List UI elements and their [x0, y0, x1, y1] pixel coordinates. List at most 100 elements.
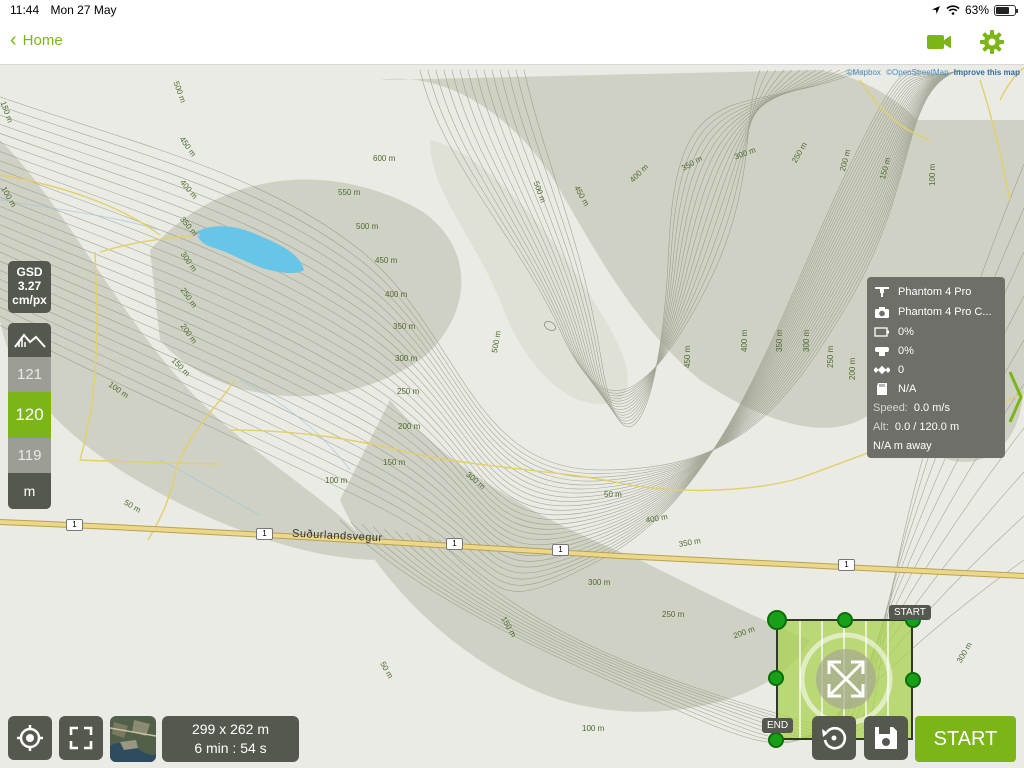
area-dimensions: 299 x 262 m: [191, 721, 270, 737]
contour-label: 400 m: [740, 329, 749, 352]
altitude-unit: m: [23, 483, 36, 499]
contour-label: 250 m: [662, 610, 685, 619]
satellite-icon: [873, 363, 891, 377]
contour-label: 300 m: [802, 329, 811, 352]
road-shield: 1: [66, 519, 83, 531]
drone-battery-value: 0%: [898, 325, 914, 338]
remote-controller-icon: [873, 344, 891, 358]
save-button[interactable]: [864, 716, 908, 760]
contour-label: 450 m: [375, 256, 398, 265]
improve-map-link[interactable]: Improve this map: [954, 68, 1020, 77]
move-arrows-icon: [827, 660, 865, 698]
road-shield: 1: [838, 559, 855, 571]
contour-label: 150 m: [383, 458, 406, 467]
wifi-icon: [946, 5, 960, 15]
map-attribution: ©Mapbox ©OpenStreetMap Improve this map: [844, 68, 1020, 77]
drone-info-panel: Phantom 4 Pro Phantom 4 Pro C... 0% 0% 0…: [867, 277, 1005, 458]
road-shield: 1: [446, 538, 463, 550]
distance-value: N/A m away: [873, 439, 932, 452]
storage-value: N/A: [898, 382, 917, 395]
contour-label: 250 m: [397, 387, 420, 396]
speed-row: Speed: 0.0 m/s: [873, 398, 999, 417]
alt-label: Alt:: [873, 420, 889, 433]
fit-area-button[interactable]: [59, 716, 103, 760]
speed-value: 0.0 m/s: [913, 401, 950, 414]
battery-icon: [994, 4, 1018, 16]
altitude-option-above[interactable]: 121: [8, 357, 51, 392]
road-shield: 1: [552, 544, 569, 556]
video-camera-button[interactable]: [926, 32, 952, 57]
drone-battery-icon: [873, 325, 891, 339]
drone-row: Phantom 4 Pro: [873, 282, 999, 302]
end-tag: END: [762, 718, 794, 733]
contour-label: 450 m: [683, 345, 692, 368]
contour-label: 200 m: [398, 422, 421, 431]
edge-handle[interactable]: [837, 612, 853, 628]
alt-value: 0.0 / 120.0 m: [894, 420, 960, 433]
camera-icon: [873, 305, 891, 319]
contour-label: 50 m: [604, 490, 622, 499]
contour-label: 100 m: [325, 476, 348, 485]
alt-row: Alt: 0.0 / 120.0 m: [873, 417, 999, 436]
mission-summary: 299 x 262 m 6 min : 54 s: [162, 716, 299, 762]
satellite-map-thumbnail-icon: [110, 716, 156, 762]
gsd-title: GSD: [16, 265, 43, 279]
edge-handle[interactable]: [905, 672, 921, 688]
camera-row: Phantom 4 Pro C...: [873, 302, 999, 322]
road-shield: 1: [256, 528, 273, 540]
mountain-icon: [13, 333, 46, 348]
terrain-toggle[interactable]: [8, 323, 51, 357]
start-button[interactable]: START: [915, 716, 1016, 762]
home-button[interactable]: ‹ Home: [10, 29, 63, 51]
camera-model: Phantom 4 Pro C...: [898, 306, 992, 318]
battery-percent: 63%: [964, 3, 989, 17]
contour-label: 500 m: [356, 222, 379, 231]
rotate-button[interactable]: [812, 716, 856, 760]
floppy-disk-icon: [875, 727, 897, 749]
speed-label: Speed:: [873, 401, 908, 414]
contour-label: 250 m: [826, 345, 835, 368]
corner-handle[interactable]: [767, 610, 787, 630]
chevron-right-icon: [1008, 371, 1023, 423]
corner-handle[interactable]: [768, 732, 784, 748]
contour-label: 300 m: [588, 578, 611, 587]
satellites-row: 0: [873, 360, 999, 379]
contour-label: 600 m: [373, 154, 396, 163]
mapbox-link[interactable]: ©Mapbox: [847, 68, 881, 77]
start-tag: START: [889, 605, 931, 620]
status-bar: 11:44 Mon 27 May 63%: [0, 0, 1024, 20]
settings-button[interactable]: [979, 29, 1005, 60]
status-time: 11:44: [10, 3, 40, 17]
panel-collapse-tab[interactable]: [1007, 367, 1024, 427]
gear-icon: [980, 30, 1004, 54]
distance-row: N/A m away: [873, 436, 999, 455]
contour-label: 350 m: [775, 329, 784, 352]
gsd-badge: GSD 3.27 cm/px: [8, 261, 51, 313]
status-date: Mon 27 May: [50, 3, 117, 17]
altitude-option-selected[interactable]: 120: [8, 392, 51, 438]
satellite-view-button[interactable]: [110, 716, 156, 762]
altitude-selector: 121 120 119 m: [8, 323, 51, 509]
contour-label: 400 m: [385, 290, 408, 299]
edge-handle[interactable]: [768, 670, 784, 686]
top-bar: ‹ Home: [0, 20, 1024, 65]
battery-row: 0%: [873, 322, 999, 341]
location-arrow-icon: [931, 6, 940, 14]
contour-label: 100 m: [582, 724, 605, 733]
gsd-unit: cm/px: [12, 293, 47, 307]
contour-label: 100 m: [928, 163, 937, 186]
gsd-value: 3.27: [17, 279, 42, 293]
drone-icon: [873, 285, 891, 299]
drone-model: Phantom 4 Pro: [898, 286, 972, 298]
video-camera-icon: [927, 35, 951, 49]
sd-card-icon: [873, 382, 891, 396]
rotate-icon: [822, 726, 847, 750]
fullscreen-icon: [69, 726, 93, 750]
controller-battery-value: 0%: [898, 344, 914, 357]
osm-link[interactable]: ©OpenStreetMap: [886, 68, 948, 77]
altitude-option-below[interactable]: 119: [8, 438, 51, 473]
contour-label: 300 m: [395, 354, 418, 363]
crosshair-icon: [17, 725, 43, 751]
chevron-left-icon: ‹: [10, 29, 17, 51]
locate-me-button[interactable]: [8, 716, 52, 760]
